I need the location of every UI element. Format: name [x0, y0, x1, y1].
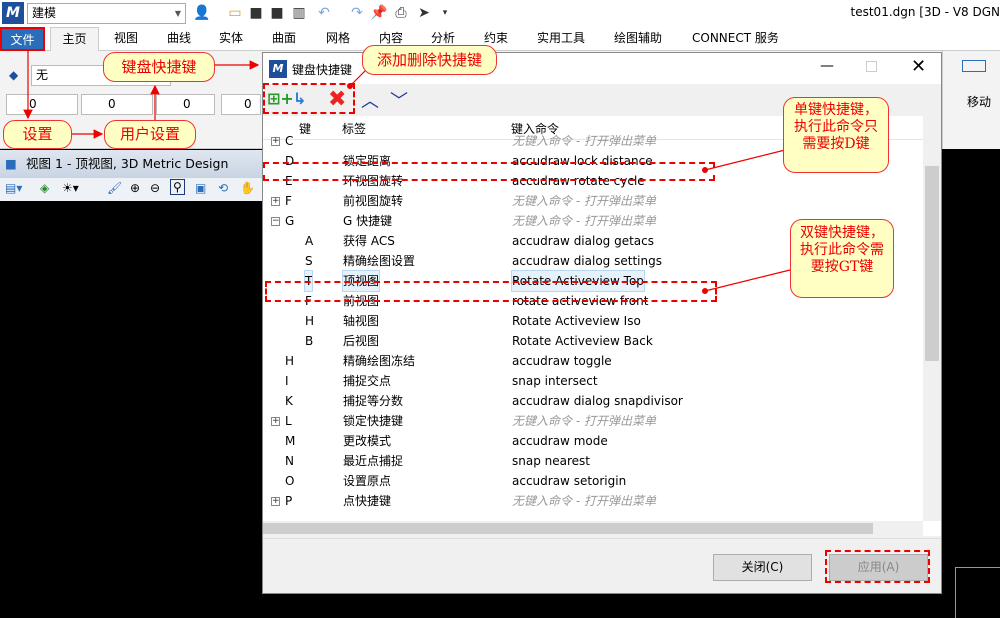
callout-add-remove: 添加删除快捷键 [362, 45, 497, 75]
callout-shortcuts: 键盘快捷键 [103, 52, 215, 82]
callout-user-settings: 用户设置 [104, 120, 196, 149]
annotation-arrows [23, 50, 791, 294]
callout-double-key: 双键快捷键，执行此命令需要按GT键 [790, 219, 894, 298]
callout-single-key: 单键快捷键，执行此命令只需要按D键 [783, 97, 889, 173]
callout-settings: 设置 [3, 120, 72, 149]
